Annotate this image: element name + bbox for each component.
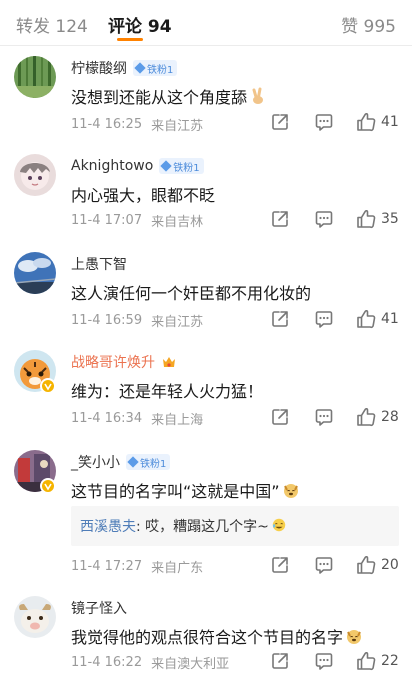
comment-icon	[313, 554, 335, 576]
comment-icon	[313, 406, 335, 428]
avatar[interactable]	[14, 154, 56, 196]
comment-text: 这人演任何一个奸臣都不用化妆的	[71, 284, 312, 303]
reply-button[interactable]	[313, 406, 335, 428]
share-icon	[269, 308, 291, 330]
username[interactable]: 镜子怪入	[71, 598, 127, 618]
username[interactable]: 战略哥许焕升	[71, 352, 155, 372]
tab-likes[interactable]: 赞 995	[341, 12, 396, 37]
share-icon	[269, 650, 291, 672]
share-button[interactable]	[269, 308, 291, 330]
active-tab-indicator	[117, 38, 143, 41]
username[interactable]: Aknightowo	[71, 158, 153, 174]
share-icon	[269, 406, 291, 428]
thumbs-up-icon	[355, 208, 377, 230]
fan-badge: 铁粉1	[126, 454, 171, 470]
comment-text: 没想到还能从这个角度舔	[71, 84, 267, 108]
share-button[interactable]	[269, 554, 291, 576]
comment-source: 来自澳大利亚	[151, 656, 230, 672]
smiling-dog-emoji	[345, 627, 363, 645]
diamond-icon	[127, 456, 139, 468]
thumbs-up-icon	[355, 554, 377, 576]
share-button[interactable]	[269, 406, 291, 428]
comment-icon	[313, 308, 335, 330]
fan-badge: 铁粉1	[159, 158, 204, 174]
thumbs-up-icon	[355, 111, 377, 133]
comment-source: 来自广东	[151, 560, 204, 576]
avatar[interactable]	[14, 596, 56, 638]
avatar[interactable]	[14, 252, 56, 294]
share-button[interactable]	[269, 111, 291, 133]
diamond-icon	[160, 160, 172, 172]
username[interactable]: 柠檬酸纲	[71, 58, 127, 78]
tab-comments[interactable]: 评论 94	[108, 12, 172, 37]
share-icon	[269, 111, 291, 133]
verified-badge-icon	[40, 478, 56, 494]
thumbs-up-icon	[355, 308, 377, 330]
like-count: 41	[381, 311, 399, 327]
share-icon	[269, 554, 291, 576]
username[interactable]: 上愚下智	[71, 254, 127, 274]
comment-source: 来自上海	[151, 412, 204, 428]
like-button[interactable]: 28	[355, 406, 399, 428]
thumbs-up-icon	[355, 650, 377, 672]
comment-date: 11-4 16:25	[71, 116, 143, 132]
share-button[interactable]	[269, 650, 291, 672]
crown-icon	[161, 354, 177, 370]
thumbs-up-icon	[355, 406, 377, 428]
like-count: 41	[381, 114, 399, 130]
like-button[interactable]: 35	[355, 208, 399, 230]
comment-icon	[313, 208, 335, 230]
share-icon	[269, 208, 291, 230]
reply-button[interactable]	[313, 208, 335, 230]
reply-button[interactable]	[313, 111, 335, 133]
diamond-icon	[134, 62, 146, 74]
avatar[interactable]	[14, 56, 56, 98]
reply-button[interactable]	[313, 308, 335, 330]
reply-button[interactable]	[313, 554, 335, 576]
comment-date: 11-4 16:22	[71, 654, 143, 670]
comment-text: 内心强大，眼都不眨	[71, 186, 216, 205]
comment-date: 11-4 16:59	[71, 312, 143, 328]
like-count: 20	[381, 557, 399, 573]
like-button[interactable]: 20	[355, 554, 399, 576]
like-count: 35	[381, 211, 399, 227]
comment-text: 这节目的名字叫“这就是中国”	[71, 478, 300, 502]
like-button[interactable]: 41	[355, 308, 399, 330]
like-button[interactable]: 22	[355, 650, 399, 672]
tab-repost[interactable]: 转发 124	[16, 12, 88, 37]
laughing-emoji	[271, 517, 289, 535]
comment-icon	[313, 650, 335, 672]
fan-badge: 铁粉1	[133, 60, 178, 76]
like-count: 22	[381, 653, 399, 669]
like-button[interactable]: 41	[355, 111, 399, 133]
comment-source: 来自江苏	[151, 118, 204, 134]
reply-author[interactable]: 西溪愚夫	[80, 516, 136, 536]
comment-source: 来自吉林	[151, 214, 204, 230]
comment-icon	[313, 111, 335, 133]
smiling-dog-emoji	[282, 481, 300, 499]
comment-date: 11-4 16:34	[71, 410, 143, 426]
reply-button[interactable]	[313, 650, 335, 672]
like-count: 28	[381, 409, 399, 425]
username[interactable]: _笑小小	[71, 452, 120, 472]
comment-text: 维为：还是年轻人火力猛！	[71, 382, 264, 401]
sub-reply[interactable]: 西溪愚夫 : 哎，糟蹋这几个字~	[71, 506, 399, 546]
verified-badge-icon	[40, 378, 56, 394]
share-button[interactable]	[269, 208, 291, 230]
comment-date: 11-4 17:27	[71, 558, 143, 574]
comment-tabs: 转发 124 评论 94 赞 995	[0, 0, 412, 46]
comment-text: 我觉得他的观点很符合这个节目的名字	[71, 624, 363, 648]
reply-text: : 哎，糟蹋这几个字~	[136, 519, 269, 535]
header-divider	[0, 45, 412, 46]
victory-hand-emoji	[249, 87, 267, 105]
comment-date: 11-4 17:07	[71, 212, 143, 228]
comment-source: 来自江苏	[151, 314, 204, 330]
